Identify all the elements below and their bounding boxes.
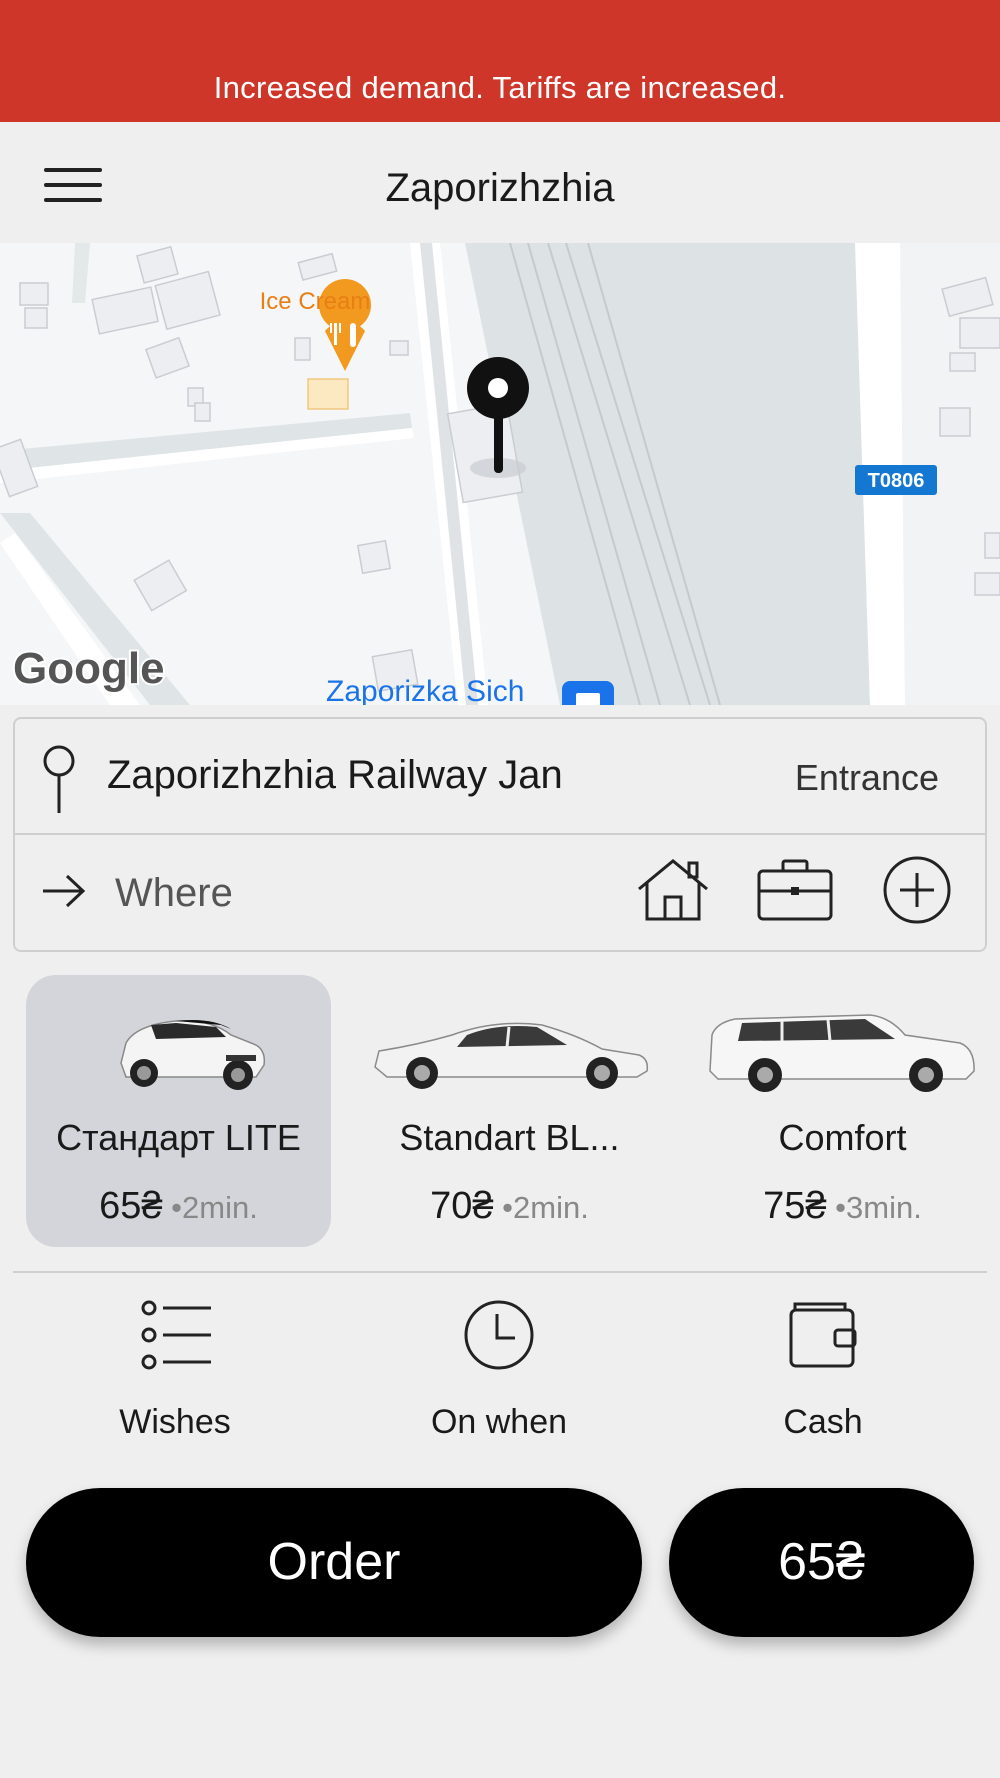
route-panel: Zaporizhzhia Railway Jan Entrance [13,717,987,952]
pickup-row[interactable]: Zaporizhzhia Railway Jan Entrance [15,719,985,835]
cash-label: Cash [783,1403,863,1441]
tariff-amount: 75₴ [763,1185,827,1227]
surge-banner-text: Increased demand. Tariffs are increased. [213,70,787,105]
compact-suv-car-icon [120,1020,266,1090]
tariff-eta: •2min. [162,1190,258,1225]
station-label: Zaporizka Sich [326,675,524,705]
entrance-button[interactable]: Entrance [795,757,939,799]
metro-station-icon[interactable] [562,681,614,705]
tariff-name: Standart BL... [399,1117,620,1158]
map-view[interactable]: Ice Cream T0806 Google Zaporizka Sich [0,243,1000,705]
order-button[interactable]: Order [26,1488,642,1637]
surge-banner: Increased demand. Tariffs are increased. [0,0,1000,122]
on-when-option[interactable]: On when [389,1300,609,1450]
tariff-comfort[interactable]: Comfort 75₴ •3min. [690,975,995,1247]
wishes-label: Wishes [119,1403,231,1441]
tariff-name: Comfort [778,1117,907,1158]
tariff-eta: •3min. [826,1190,922,1225]
destination-row [15,835,985,951]
tariff-amount: 65₴ [99,1185,163,1227]
large-suv-car-icon [709,1014,975,1092]
google-logo: Google [13,644,165,693]
ice-cream-label: Ice Cream [260,288,371,315]
tariff-amount: 70₴ [430,1185,494,1227]
plus-circle-icon[interactable] [877,855,957,925]
tariff-standart-bl[interactable]: Standart BL... 70₴ •2min. [357,975,662,1247]
location-pin-icon [43,745,75,813]
list-icon [141,1300,211,1370]
on-when-label: On when [430,1403,568,1441]
destination-input[interactable] [115,871,535,916]
tariff-price: 65₴ •2min. [26,1185,331,1228]
tariff-selector: Стандарт LITE 65₴ •2min. Standart BL... … [0,975,1000,1247]
wallet-icon [789,1302,857,1368]
arrow-right-icon [43,874,86,908]
road-badge: T0806 [868,470,925,492]
wishes-option[interactable]: Wishes [65,1300,285,1450]
price-button[interactable]: 65₴ [669,1488,974,1637]
home-icon[interactable] [633,855,713,925]
tariff-price: 70₴ •2min. [357,1185,662,1228]
divider [13,1271,987,1273]
city-title: Zaporizhzhia [385,166,615,210]
top-bar: Zaporizhzhia [0,122,1000,243]
briefcase-icon[interactable] [755,855,835,925]
tariff-name: Стандарт LITE [56,1117,301,1158]
clock-icon [464,1300,534,1370]
tariff-lite[interactable]: Стандарт LITE 65₴ •2min. [26,975,331,1247]
order-options: Wishes On when Cash [0,1300,1000,1450]
pickup-address: Zaporizhzhia Railway Jan [107,753,563,797]
tariff-eta: •2min. [493,1190,589,1225]
cash-option[interactable]: Cash [713,1300,933,1450]
sedan-car-icon [374,1022,649,1089]
tariff-price: 75₴ •3min. [690,1185,995,1228]
